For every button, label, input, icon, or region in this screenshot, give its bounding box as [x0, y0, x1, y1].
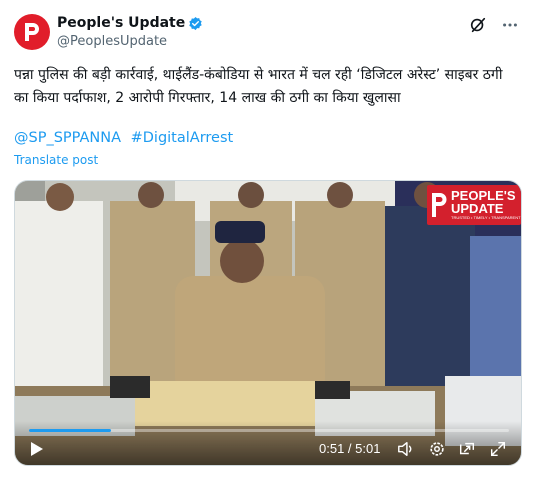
watermark-subtitle: TRUSTED • TIMELY • TRANSPARENT [451, 215, 521, 220]
watermark-logo: PEOPLE'S UPDATE TRUSTED • TIMELY • TRANS… [427, 185, 521, 225]
verified-badge-icon [189, 16, 202, 30]
post-header: People's Update @PeoplesUpdate [14, 14, 519, 54]
display-name[interactable]: People's Update [57, 15, 185, 31]
post-hashtags: @SP_SPPANNA #DigitalArrest [14, 130, 238, 146]
video-player[interactable]: PEOPLE'S UPDATE TRUSTED • TIMELY • TRANS… [14, 180, 522, 466]
grok-icon[interactable] [469, 16, 487, 34]
video-controls: 0:51 / 5:01 [15, 421, 521, 465]
watermark-title-line2: UPDATE [451, 201, 504, 216]
volume-icon[interactable] [397, 440, 415, 458]
display-name-row[interactable]: People's Update [57, 15, 203, 31]
post-text: पन्ना पुलिस की बड़ी कार्रवाई, थाईलैंड-कं… [14, 67, 503, 106]
header-actions [469, 16, 519, 34]
play-icon[interactable] [27, 440, 45, 458]
picture-in-picture-icon[interactable] [458, 440, 476, 458]
more-options-icon[interactable] [501, 16, 519, 34]
video-progress-fill [29, 429, 111, 432]
video-time: 0:51 / 5:01 [319, 441, 381, 456]
hashtag-link[interactable]: #DigitalArrest [131, 130, 234, 146]
brand-logo-icon [432, 193, 447, 217]
avatar[interactable] [14, 14, 50, 50]
fullscreen-icon[interactable] [489, 440, 507, 458]
video-progress-bar[interactable] [29, 429, 509, 432]
account-names: People's Update @PeoplesUpdate [57, 15, 203, 49]
watermark-title: PEOPLE'S UPDATE [451, 189, 516, 215]
gear-icon[interactable] [428, 440, 446, 458]
account-handle[interactable]: @PeoplesUpdate [57, 34, 203, 49]
translate-post-link[interactable]: Translate post [14, 153, 98, 167]
brand-logo-icon [25, 23, 39, 41]
mention-link[interactable]: @SP_SPPANNA [14, 130, 121, 146]
